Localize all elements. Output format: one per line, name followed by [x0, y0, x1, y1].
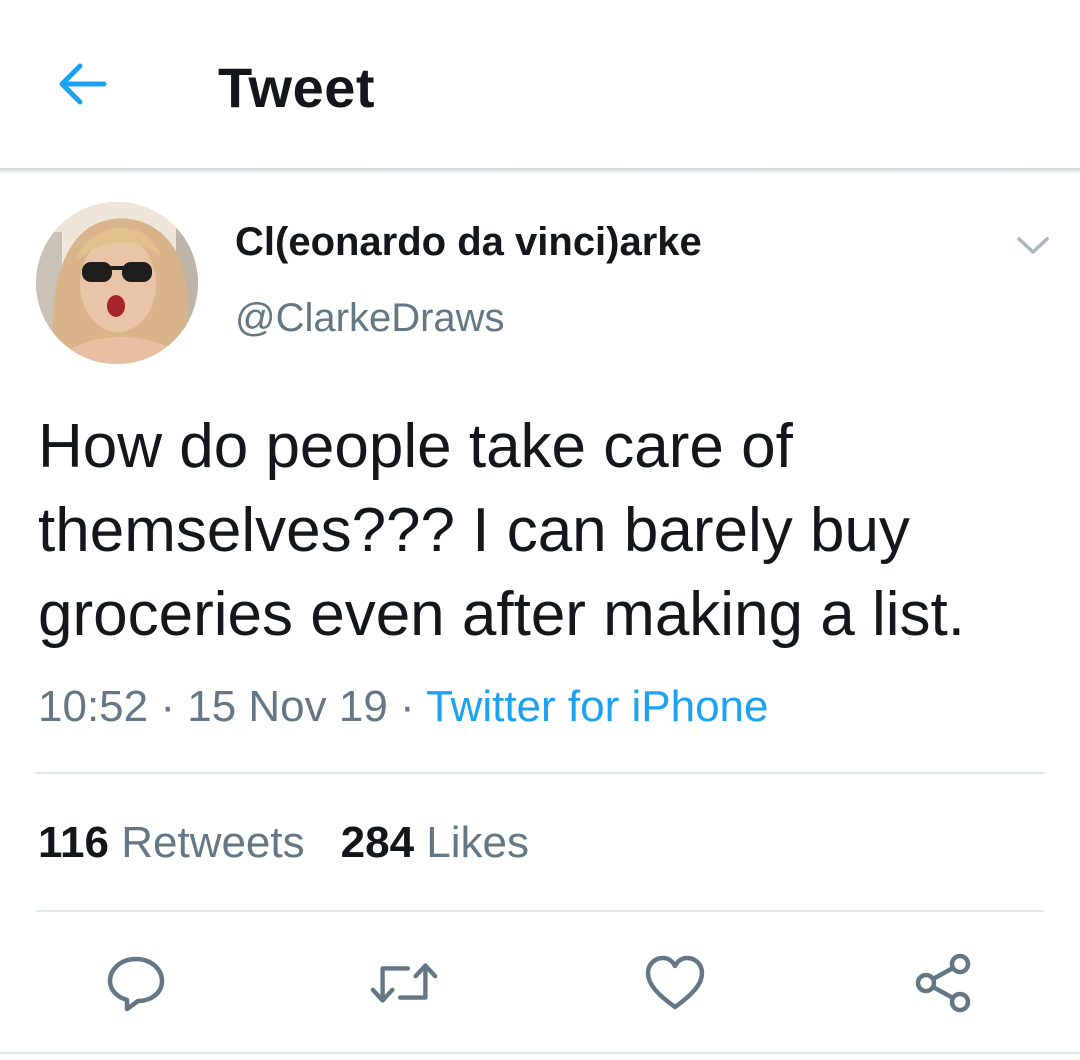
share-icon	[915, 953, 971, 1013]
divider	[36, 772, 1044, 774]
reply-button[interactable]	[101, 948, 171, 1018]
tweet-meta: 10:52 · 15 Nov 19 · Twitter for iPhone	[38, 682, 768, 732]
meta-separator: ·	[148, 682, 188, 731]
retweet-icon	[370, 963, 438, 1003]
retweet-button[interactable]	[369, 948, 439, 1018]
like-icon	[645, 955, 705, 1010]
more-options-button[interactable]	[1010, 228, 1056, 264]
tweet-time: 10:52	[38, 682, 149, 731]
author-display-name[interactable]: Cl(eonardo da vinci)arke	[235, 220, 702, 265]
avatar[interactable]	[36, 202, 198, 364]
likes-label: Likes	[426, 818, 530, 867]
divider	[36, 910, 1044, 912]
share-button[interactable]	[908, 948, 978, 1018]
likes-count: 284	[340, 818, 415, 867]
tweet-source-link[interactable]: Twitter for iPhone	[426, 682, 768, 731]
avatar-photo	[36, 202, 198, 364]
retweets-label: Retweets	[121, 818, 305, 867]
bottom-divider	[0, 1052, 1080, 1054]
like-button[interactable]	[640, 948, 710, 1018]
top-bar: Tweet	[0, 0, 1080, 168]
reply-icon	[107, 956, 165, 1012]
tweet-stats: 116 Retweets 284 Likes	[38, 818, 529, 868]
page-title: Tweet	[218, 56, 376, 119]
likes-stat[interactable]: 284 Likes	[341, 818, 529, 867]
action-bar	[0, 948, 1080, 1018]
tweet-date: 15 Nov 19	[187, 682, 388, 731]
back-button[interactable]	[52, 56, 112, 112]
meta-separator: ·	[387, 682, 427, 731]
retweets-stat[interactable]: 116 Retweets	[38, 818, 305, 867]
author-handle[interactable]: @ClarkeDraws	[235, 296, 505, 341]
chevron-down-icon	[1017, 237, 1049, 254]
top-bar-shadow	[0, 168, 1080, 174]
back-arrow-icon	[59, 63, 107, 105]
retweets-count: 116	[38, 818, 109, 867]
tweet-text: How do people take care of themselves???…	[38, 412, 965, 649]
